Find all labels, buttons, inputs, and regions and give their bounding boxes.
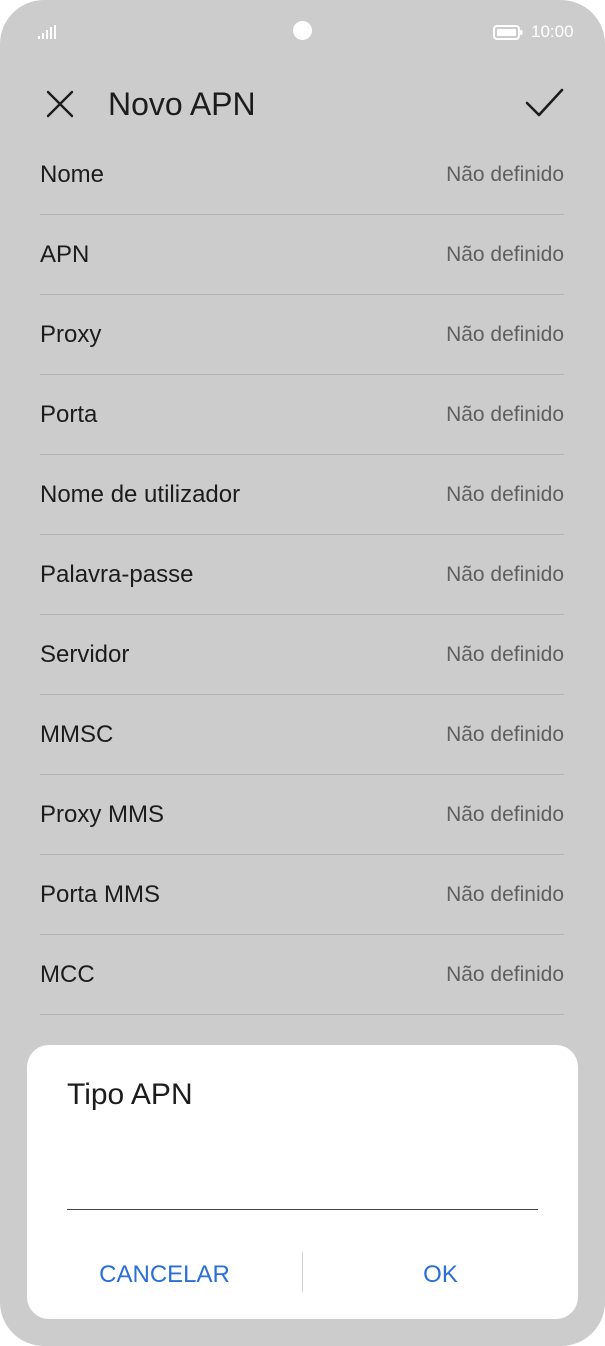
field-value: Não definido [446, 162, 564, 186]
battery-icon [493, 25, 523, 40]
field-value: Não definido [446, 962, 564, 986]
field-label: Nome de utilizador [40, 480, 241, 508]
field-value: Não definido [446, 402, 564, 426]
check-icon[interactable] [522, 84, 566, 122]
apn-type-input[interactable] [67, 1165, 538, 1210]
field-label: APN [40, 240, 90, 268]
dialog-title: Tipo APN [67, 1078, 193, 1111]
phone-screen: 10:00 Novo APN Nome Não definido APN Não… [0, 0, 605, 1346]
field-row-mcc[interactable]: MCC Não definido [40, 935, 564, 1015]
field-value: Não definido [446, 722, 564, 746]
apn-type-dialog: Tipo APN CANCELAR OK [27, 1045, 578, 1319]
field-label: Nome [40, 160, 105, 188]
field-row-apn[interactable]: APN Não definido [40, 215, 564, 295]
field-row-porta-mms[interactable]: Porta MMS Não definido [40, 855, 564, 935]
field-label: MMSC [40, 720, 114, 748]
field-row-proxy-mms[interactable]: Proxy MMS Não definido [40, 775, 564, 855]
field-label: Proxy MMS [40, 800, 165, 828]
camera-cutout [293, 21, 312, 40]
field-label: Proxy [40, 320, 102, 348]
field-value: Não definido [446, 802, 564, 826]
cancel-button[interactable]: CANCELAR [27, 1253, 302, 1297]
field-value: Não definido [446, 882, 564, 906]
field-label: Servidor [40, 640, 130, 668]
apn-field-list: Nome Não definido APN Não definido Proxy… [40, 135, 564, 1015]
page-title: Novo APN [108, 86, 256, 122]
field-value: Não definido [446, 242, 564, 266]
field-row-mmsc[interactable]: MMSC Não definido [40, 695, 564, 775]
ok-button[interactable]: OK [303, 1253, 578, 1297]
field-label: MCC [40, 960, 95, 988]
close-icon[interactable] [42, 86, 78, 122]
field-row-username[interactable]: Nome de utilizador Não definido [40, 455, 564, 535]
field-value: Não definido [446, 482, 564, 506]
field-value: Não definido [446, 642, 564, 666]
field-label: Porta MMS [40, 880, 161, 908]
field-row-proxy[interactable]: Proxy Não definido [40, 295, 564, 375]
signal-icon [38, 25, 56, 39]
field-row-nome[interactable]: Nome Não definido [40, 135, 564, 215]
field-label: Porta [40, 400, 98, 428]
field-row-servidor[interactable]: Servidor Não definido [40, 615, 564, 695]
status-bar: 10:00 [0, 0, 605, 64]
status-time: 10:00 [531, 22, 574, 41]
field-value: Não definido [446, 562, 564, 586]
field-value: Não definido [446, 322, 564, 346]
field-row-porta[interactable]: Porta Não definido [40, 375, 564, 455]
field-row-password[interactable]: Palavra-passe Não definido [40, 535, 564, 615]
field-label: Palavra-passe [40, 560, 194, 588]
